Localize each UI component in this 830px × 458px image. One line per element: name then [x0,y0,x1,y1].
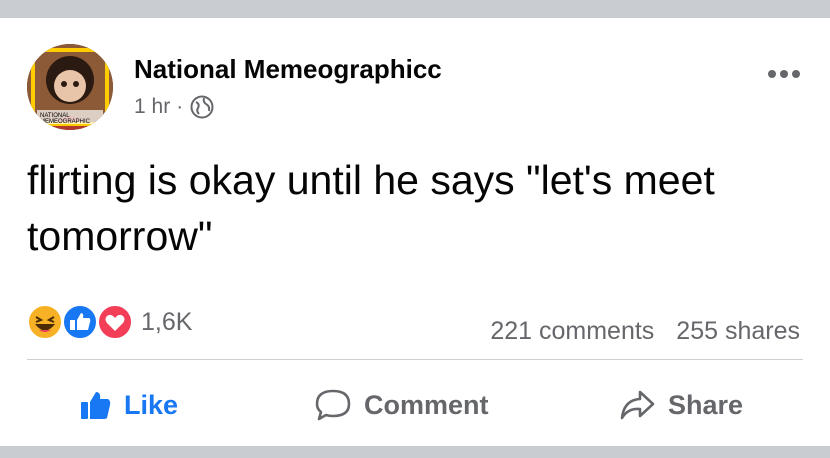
comment-label: Comment [364,389,489,420]
like-icon [62,304,98,340]
avatar[interactable]: NATIONAL MEMEOGRAPHIC [27,44,113,130]
like-button[interactable]: Like [78,378,178,432]
reactions-summary[interactable]: 1,6K [27,304,192,340]
share-icon [620,390,655,420]
reaction-count: 1,6K [141,307,193,336]
post-text: flirting is okay until he says "let's me… [27,157,715,259]
avatar-image: NATIONAL MEMEOGRAPHIC [27,44,113,130]
like-thumb-icon [81,392,111,419]
globe-icon[interactable] [189,94,215,120]
like-label: Like [124,389,179,420]
comment-icon [315,389,351,421]
author-name[interactable]: National Memeographicc [134,54,442,85]
post-stats: 221 comments 255 shares [490,317,800,346]
haha-icon [27,304,63,340]
comments-count[interactable]: 221 comments [490,317,654,346]
love-icon [97,304,133,340]
share-label: Share [668,389,744,420]
post-card: NATIONAL MEMEOGRAPHIC National Memeograp… [0,18,830,446]
post-meta: 1 hr · [134,94,215,120]
reaction-icons [27,304,135,340]
divider [27,359,803,360]
more-options-icon[interactable] [764,62,804,86]
meta-separator: · [176,95,184,118]
shares-count[interactable]: 255 shares [676,317,800,346]
share-button[interactable]: Share [618,378,743,432]
post-time[interactable]: 1 hr [134,95,170,119]
svg-text:MEMEOGRAPHIC: MEMEOGRAPHIC [40,119,91,125]
action-bar: Like Comment Share [0,378,830,432]
comment-button[interactable]: Comment [314,378,489,432]
